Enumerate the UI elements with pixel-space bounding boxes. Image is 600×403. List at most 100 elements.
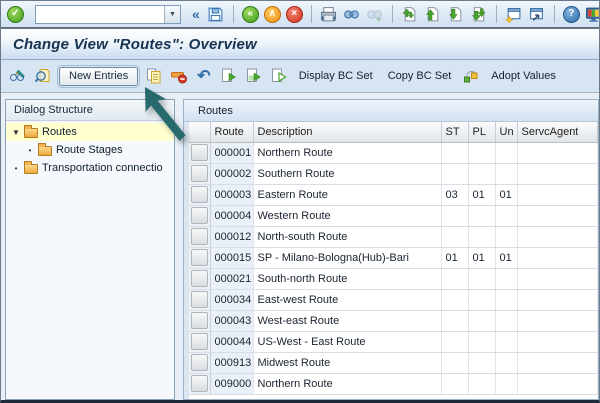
route-cell[interactable]: 000002 <box>210 163 254 185</box>
column-header-st[interactable]: ST <box>441 122 469 143</box>
pl-cell[interactable] <box>468 205 496 227</box>
deselect-all-icon[interactable] <box>270 67 288 85</box>
st-cell[interactable] <box>441 163 469 185</box>
display-bc-set-button[interactable]: Display BC Set <box>295 70 377 82</box>
first-page-icon[interactable] <box>401 5 419 23</box>
un-cell[interactable] <box>495 331 518 353</box>
cancel-icon[interactable]: × <box>285 5 303 23</box>
un-cell[interactable]: 01 <box>495 247 518 269</box>
un-cell[interactable] <box>495 205 518 227</box>
row-select-cell[interactable] <box>189 331 211 353</box>
pl-cell[interactable] <box>468 226 496 248</box>
select-block-icon[interactable] <box>245 67 263 85</box>
pl-cell[interactable] <box>468 310 496 332</box>
servcagent-cell[interactable] <box>517 226 598 248</box>
st-cell[interactable] <box>441 352 469 374</box>
row-select-button[interactable] <box>191 144 208 161</box>
description-cell[interactable]: Southern Route <box>253 163 442 185</box>
pl-cell[interactable]: 01 <box>468 184 496 206</box>
row-select-cell[interactable] <box>189 352 211 374</box>
enter-icon[interactable]: ✓ <box>7 5 24 23</box>
exit-icon[interactable]: ∧ <box>263 5 281 23</box>
route-cell[interactable]: 000012 <box>210 226 254 248</box>
servcagent-cell[interactable] <box>517 205 598 227</box>
description-cell[interactable]: Northern Route <box>253 373 442 395</box>
row-select-cell[interactable] <box>189 163 211 185</box>
servcagent-cell[interactable] <box>517 352 598 374</box>
select-column-header[interactable] <box>189 122 211 143</box>
st-cell[interactable]: 01 <box>441 247 469 269</box>
servcagent-cell[interactable] <box>517 373 598 395</box>
expander-icon[interactable]: ▼ <box>10 128 22 137</box>
print-icon[interactable] <box>320 5 338 23</box>
servcagent-cell[interactable] <box>517 142 598 164</box>
route-cell[interactable]: 000034 <box>210 289 254 311</box>
generate-shortcut-icon[interactable] <box>528 5 546 23</box>
row-select-button[interactable] <box>191 375 208 392</box>
new-session-icon[interactable] <box>505 5 523 23</box>
row-select-button[interactable] <box>191 228 208 245</box>
route-cell[interactable]: 000044 <box>210 331 254 353</box>
row-select-button[interactable] <box>191 354 208 371</box>
delete-row-icon[interactable] <box>170 67 188 85</box>
description-cell[interactable]: Eastern Route <box>253 184 442 206</box>
un-cell[interactable] <box>495 310 518 332</box>
st-cell[interactable] <box>441 289 469 311</box>
row-select-button[interactable] <box>191 165 208 182</box>
servcagent-cell[interactable] <box>517 268 598 290</box>
row-select-cell[interactable] <box>189 310 211 332</box>
description-cell[interactable]: South-north Route <box>253 268 442 290</box>
column-header-pl[interactable]: PL <box>468 122 496 143</box>
servcagent-cell[interactable] <box>517 310 598 332</box>
route-cell[interactable]: 000015 <box>210 247 254 269</box>
un-cell[interactable] <box>495 163 518 185</box>
servcagent-cell[interactable] <box>517 163 598 185</box>
route-cell[interactable]: 000001 <box>210 142 254 164</box>
select-all-icon[interactable] <box>220 67 238 85</box>
st-cell[interactable] <box>441 226 469 248</box>
pl-cell[interactable] <box>468 268 496 290</box>
route-cell[interactable]: 000003 <box>210 184 254 206</box>
un-cell[interactable]: 01 <box>495 184 518 206</box>
description-cell[interactable]: East-west Route <box>253 289 442 311</box>
row-select-button[interactable] <box>191 186 208 203</box>
un-cell[interactable] <box>495 268 518 290</box>
st-cell[interactable] <box>441 205 469 227</box>
adopt-values-button[interactable]: Adopt Values <box>487 70 560 82</box>
route-cell[interactable]: 009000 <box>210 373 254 395</box>
st-cell[interactable] <box>441 373 469 395</box>
row-select-button[interactable] <box>191 333 208 350</box>
row-select-cell[interactable] <box>189 142 211 164</box>
st-cell[interactable]: 03 <box>441 184 469 206</box>
row-select-cell[interactable] <box>189 247 211 269</box>
save-icon[interactable] <box>207 5 225 23</box>
copy-bc-set-button[interactable]: Copy BC Set <box>384 70 456 82</box>
pl-cell[interactable] <box>468 289 496 311</box>
new-entries-button[interactable]: New Entries <box>56 64 141 88</box>
description-cell[interactable]: Midwest Route <box>253 352 442 374</box>
copy-icon[interactable] <box>145 67 163 85</box>
description-cell[interactable]: SP - Milano-Bologna(Hub)-Bari <box>253 247 442 269</box>
row-select-cell[interactable] <box>189 289 211 311</box>
pl-cell[interactable] <box>468 331 496 353</box>
st-cell[interactable] <box>441 142 469 164</box>
find-next-icon[interactable] <box>366 5 384 23</box>
servcagent-cell[interactable] <box>517 247 598 269</box>
pl-cell[interactable] <box>468 373 496 395</box>
st-cell[interactable] <box>441 331 469 353</box>
description-cell[interactable]: North-south Route <box>253 226 442 248</box>
choose-icon[interactable] <box>34 67 52 85</box>
description-cell[interactable]: West-east Route <box>253 310 442 332</box>
route-cell[interactable]: 000004 <box>210 205 254 227</box>
description-cell[interactable]: Western Route <box>253 205 442 227</box>
row-select-button[interactable] <box>191 270 208 287</box>
route-cell[interactable]: 000021 <box>210 268 254 290</box>
un-cell[interactable] <box>495 352 518 374</box>
back-icon[interactable]: « <box>241 5 259 23</box>
pl-cell[interactable] <box>468 142 496 164</box>
row-select-cell[interactable] <box>189 268 211 290</box>
description-cell[interactable]: Northern Route <box>253 142 442 164</box>
st-cell[interactable] <box>441 310 469 332</box>
un-cell[interactable] <box>495 142 518 164</box>
customize-layout-icon[interactable] <box>585 5 599 23</box>
